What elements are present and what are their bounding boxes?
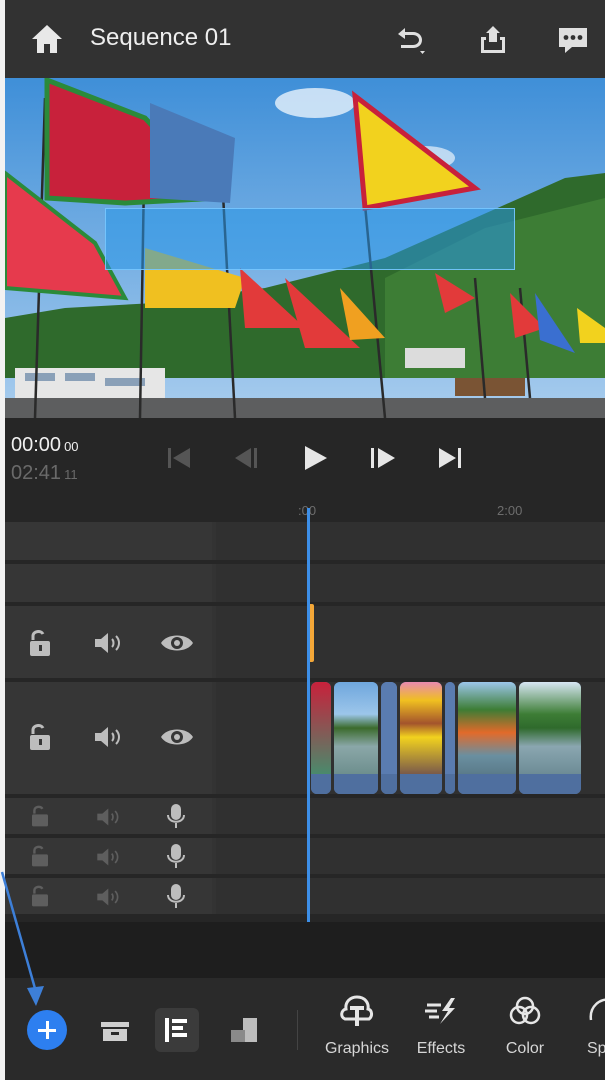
feedback-icon[interactable] bbox=[553, 20, 593, 60]
skip-to-end-icon[interactable] bbox=[433, 442, 469, 474]
time-ruler[interactable]: :00 2:00 bbox=[5, 500, 605, 522]
graphics-tool[interactable]: Graphics bbox=[317, 994, 397, 1074]
audio-track-3[interactable] bbox=[5, 878, 605, 914]
video-clip[interactable] bbox=[311, 682, 331, 794]
top-bar: Sequence 01 bbox=[5, 0, 605, 78]
sequence-title[interactable]: Sequence 01 bbox=[90, 24, 231, 52]
effects-tool[interactable]: Effects bbox=[401, 994, 481, 1074]
playhead[interactable] bbox=[307, 508, 310, 922]
mic-icon[interactable] bbox=[165, 802, 187, 830]
video-clip[interactable] bbox=[458, 682, 516, 794]
audio-icon[interactable] bbox=[93, 630, 127, 656]
video-clip[interactable] bbox=[519, 682, 581, 794]
video-track-upper[interactable] bbox=[5, 606, 605, 678]
duration-timecode: 02:41 11 bbox=[11, 462, 78, 484]
mic-icon[interactable] bbox=[165, 842, 187, 870]
audio-track-2[interactable] bbox=[5, 838, 605, 874]
skip-to-start-icon[interactable] bbox=[161, 442, 197, 474]
color-tool[interactable]: Color bbox=[485, 994, 565, 1074]
track-header bbox=[5, 798, 212, 834]
audio-track-1[interactable] bbox=[5, 798, 605, 834]
lock-icon[interactable] bbox=[29, 884, 51, 908]
color-icon bbox=[509, 996, 541, 1025]
lock-icon[interactable] bbox=[29, 804, 51, 828]
step-forward-icon[interactable] bbox=[365, 442, 401, 474]
audio-icon[interactable] bbox=[95, 846, 125, 868]
speed-icon bbox=[589, 998, 605, 1021]
audio-icon[interactable] bbox=[95, 806, 125, 828]
video-clip[interactable] bbox=[400, 682, 442, 794]
home-icon[interactable] bbox=[29, 22, 65, 56]
track-header bbox=[5, 878, 212, 914]
color-label: Color bbox=[505, 1040, 545, 1057]
empty-track-2 bbox=[5, 564, 605, 602]
current-timecode: 00:00 00 bbox=[11, 434, 79, 456]
timeline-tracks[interactable] bbox=[5, 508, 605, 922]
add-media-icon[interactable] bbox=[27, 1010, 67, 1050]
share-icon[interactable] bbox=[473, 20, 513, 60]
toolbar-separator bbox=[297, 1010, 298, 1050]
track-header bbox=[5, 682, 212, 794]
speed-label: Sp bbox=[587, 1040, 605, 1057]
effects-label: Effects bbox=[416, 1040, 466, 1057]
transport-bar: 00:00 00 02:41 11 bbox=[5, 418, 605, 500]
text-overlay-box[interactable] bbox=[105, 208, 515, 270]
visibility-icon[interactable] bbox=[159, 724, 195, 750]
graphics-label: Graphics bbox=[324, 1040, 390, 1057]
video-preview[interactable] bbox=[5, 78, 605, 418]
video-clip[interactable] bbox=[381, 682, 397, 794]
timeline-footer bbox=[5, 922, 605, 978]
empty-track-1 bbox=[5, 522, 605, 560]
mic-icon[interactable] bbox=[165, 882, 187, 910]
play-icon[interactable] bbox=[297, 442, 333, 474]
effects-icon bbox=[425, 998, 455, 1024]
ruler-mark-2min: 2:00 bbox=[497, 503, 523, 518]
visibility-icon[interactable] bbox=[159, 630, 195, 656]
track-header bbox=[5, 606, 212, 678]
archive-icon[interactable] bbox=[93, 1008, 137, 1052]
bottom-toolbar: Graphics Effects Color Sp bbox=[5, 978, 605, 1080]
audio-icon[interactable] bbox=[95, 886, 125, 908]
step-back-icon[interactable] bbox=[229, 442, 265, 474]
graphics-icon bbox=[340, 995, 373, 1026]
layers-icon[interactable] bbox=[223, 1008, 267, 1052]
lock-icon[interactable] bbox=[27, 722, 53, 752]
video-clip[interactable] bbox=[334, 682, 378, 794]
speed-tool[interactable]: Sp bbox=[569, 994, 605, 1074]
lock-icon[interactable] bbox=[29, 844, 51, 868]
lock-icon[interactable] bbox=[27, 628, 53, 658]
video-clip[interactable] bbox=[445, 682, 455, 794]
timeline-list-icon[interactable] bbox=[155, 1008, 199, 1052]
track-header bbox=[5, 838, 212, 874]
audio-icon[interactable] bbox=[93, 724, 127, 750]
undo-icon[interactable] bbox=[389, 20, 429, 60]
